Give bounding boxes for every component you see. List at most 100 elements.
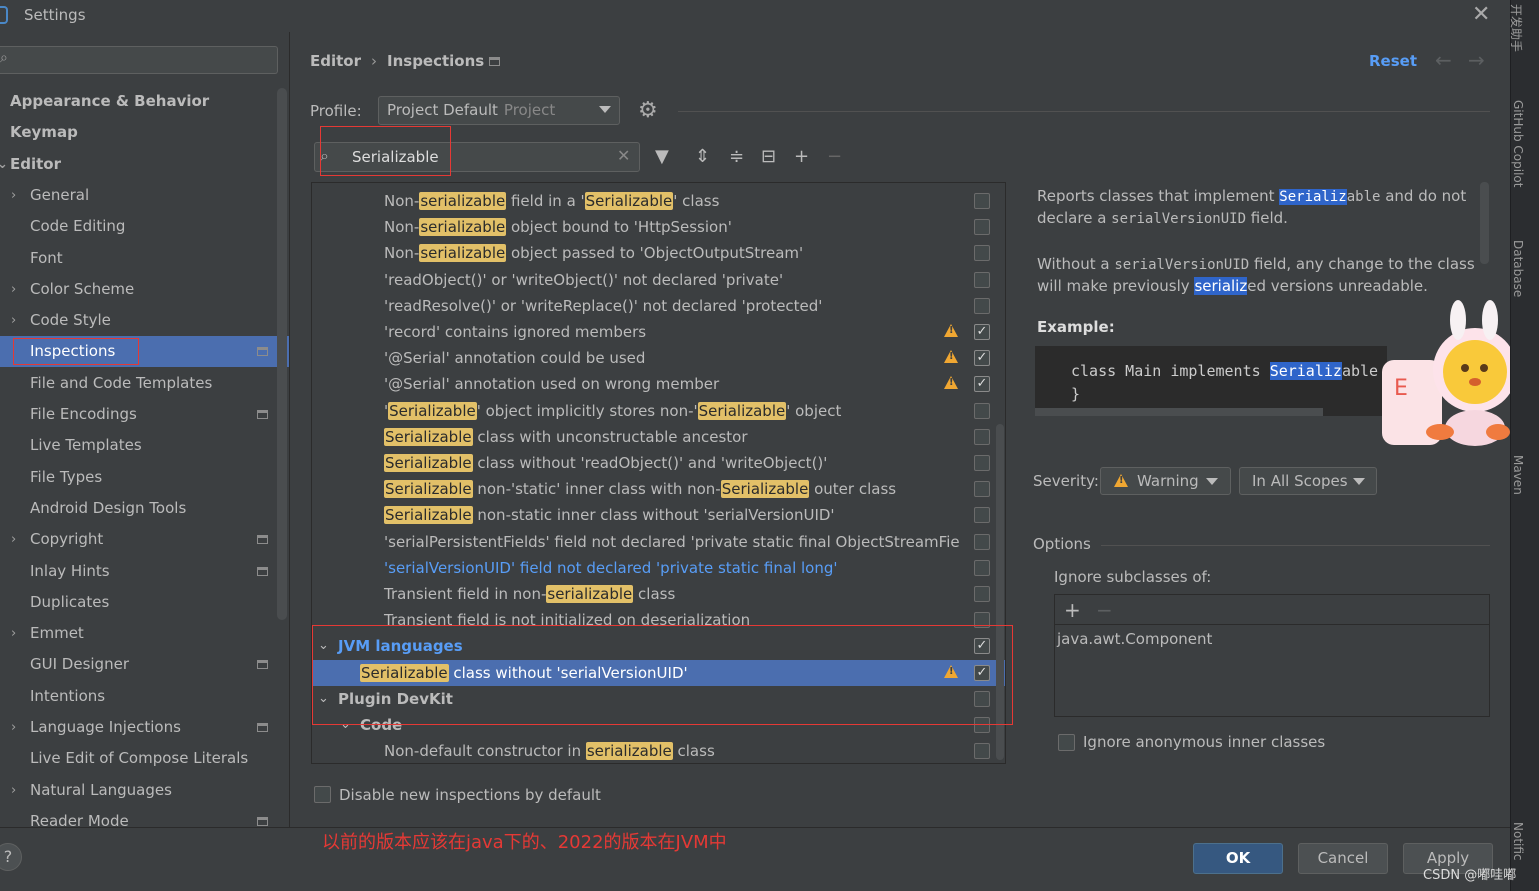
add-icon[interactable]: +	[1064, 598, 1081, 622]
tree-row[interactable]: Non-serializable object bound to 'HttpSe…	[312, 214, 1005, 240]
reset-link[interactable]: Reset	[1369, 52, 1417, 70]
sidebar-item[interactable]: › General	[0, 180, 289, 211]
sidebar-item[interactable]: › Natural Languages	[0, 775, 289, 806]
tool-window-tab[interactable]: Database	[1511, 240, 1525, 297]
tree-row[interactable]: 'readObject()' or 'writeObject()' not de…	[312, 267, 1005, 293]
sidebar-item[interactable]: › Code Style	[0, 305, 289, 336]
inspection-checkbox[interactable]: ✓	[974, 350, 990, 367]
sidebar-search-input[interactable]	[0, 46, 278, 74]
remove-icon[interactable]: −	[827, 146, 842, 167]
profile-dropdown[interactable]: Project Default Project	[378, 96, 620, 125]
back-arrow-icon[interactable]: ←	[1435, 48, 1452, 72]
tree-row[interactable]: 'record' contains ignored members ✓	[312, 319, 1005, 345]
cancel-button[interactable]: Cancel	[1298, 843, 1388, 874]
inspection-checkbox[interactable]	[974, 559, 990, 576]
inspection-checkbox[interactable]	[974, 586, 990, 602]
inspection-checkbox[interactable]	[974, 743, 990, 760]
sidebar-item[interactable]: Android Design Tools	[0, 493, 289, 524]
ignore-anonymous-checkbox[interactable]	[1058, 734, 1075, 751]
description-scrollbar[interactable]	[1480, 182, 1489, 264]
inspection-checkbox[interactable]	[974, 481, 990, 498]
inspection-checkbox[interactable]	[974, 219, 990, 236]
sidebar-item[interactable]: › Emmet	[0, 618, 289, 649]
inspection-checkbox[interactable]	[974, 428, 990, 445]
chevron-right-icon[interactable]: ›	[11, 274, 16, 305]
sidebar-item[interactable]: › Color Scheme	[0, 274, 289, 305]
sidebar-item[interactable]: Duplicates	[0, 587, 289, 618]
chevron-right-icon[interactable]: ›	[11, 180, 16, 211]
sidebar-item[interactable]: ⌄ Editor	[0, 149, 289, 180]
example-scrollbar[interactable]	[1035, 408, 1323, 416]
tree-row[interactable]: '@Serial' annotation could be used ✓	[312, 345, 1005, 371]
clear-search-icon[interactable]: ✕	[617, 146, 630, 165]
close-icon[interactable]: ✕	[1472, 2, 1490, 27]
tool-window-tab[interactable]: 开发助手	[1508, 4, 1525, 52]
inspection-checkbox[interactable]	[974, 533, 990, 550]
chevron-right-icon[interactable]: ›	[11, 775, 16, 806]
inspection-checkbox[interactable]: ✓	[974, 324, 990, 340]
tree-row[interactable]: Serializable class with unconstructable …	[312, 424, 1005, 450]
inspection-checkbox[interactable]	[974, 402, 990, 419]
tree-row[interactable]: Serializable non-static inner class with…	[312, 502, 1005, 528]
chevron-right-icon[interactable]: ›	[11, 712, 16, 743]
chevron-right-icon[interactable]: ›	[11, 524, 16, 555]
sidebar-item[interactable]: Keymap	[0, 117, 289, 148]
tree-row[interactable]: Serializable class without 'readObject()…	[312, 450, 1005, 476]
tool-window-tab[interactable]: Notific	[1511, 822, 1525, 861]
tree-row[interactable]: Serializable non-'static' inner class wi…	[312, 476, 1005, 502]
tree-row[interactable]: 'serialPersistentFields' field not decla…	[312, 529, 1005, 555]
sidebar-item[interactable]: › Language Injections	[0, 712, 289, 743]
list-item[interactable]: java.awt.Component	[1057, 630, 1212, 648]
chevron-right-icon[interactable]: ›	[11, 618, 16, 649]
sidebar-scrollbar[interactable]	[277, 88, 287, 620]
sidebar-item[interactable]: File and Code Templates	[0, 368, 289, 399]
inspection-checkbox[interactable]	[974, 455, 990, 471]
sidebar-item[interactable]: File Types	[0, 462, 289, 493]
inspection-checkbox[interactable]	[974, 193, 990, 209]
sidebar-item[interactable]: Font	[0, 243, 289, 274]
tree-row[interactable]: Non-serializable field in a 'Serializabl…	[312, 188, 1005, 214]
inspection-checkbox[interactable]	[974, 245, 990, 262]
inspection-checkbox[interactable]	[974, 297, 990, 314]
tree-row[interactable]: 'Serializable' object implicitly stores …	[312, 398, 1005, 424]
tree-row[interactable]: Transient field in non-serializable clas…	[312, 581, 1005, 607]
sidebar-item[interactable]: Reader Mode	[0, 806, 289, 837]
gear-icon[interactable]: ⚙	[638, 98, 658, 123]
tree-row[interactable]: Non-default constructor in serializable …	[312, 738, 1005, 763]
tree-row-label: 'record' contains ignored members	[384, 323, 647, 341]
tree-row[interactable]: 'readResolve()' or 'writeReplace()' not …	[312, 293, 1005, 319]
breadcrumb-parent[interactable]: Editor	[310, 52, 361, 70]
forward-arrow-icon[interactable]: →	[1468, 48, 1485, 72]
sidebar-item[interactable]: Code Editing	[0, 211, 289, 242]
chevron-right-icon[interactable]: ›	[11, 305, 16, 336]
panel-divider[interactable]	[289, 32, 290, 827]
tree-row[interactable]: Non-serializable object passed to 'Objec…	[312, 240, 1005, 266]
reset-to-default-icon[interactable]: ⊟	[761, 146, 776, 167]
expand-all-icon[interactable]: ⇕	[695, 146, 710, 167]
sidebar-item[interactable]: Inlay Hints	[0, 556, 289, 587]
separator	[1101, 545, 1490, 546]
inspection-checkbox[interactable]	[974, 271, 990, 288]
tree-row[interactable]: '@Serial' annotation used on wrong membe…	[312, 371, 1005, 397]
chevron-down-icon[interactable]: ⌄	[0, 149, 8, 180]
sidebar-item[interactable]: Intentions	[0, 681, 289, 712]
tool-window-tab[interactable]: Maven	[1511, 455, 1525, 495]
inspection-checkbox[interactable]: ✓	[974, 376, 990, 393]
disable-new-inspections-checkbox[interactable]	[314, 786, 331, 803]
sidebar-item[interactable]: Appearance & Behavior	[0, 86, 289, 117]
ok-button[interactable]: OK	[1193, 843, 1283, 874]
sidebar-item[interactable]: › Copyright	[0, 524, 289, 555]
sidebar-item[interactable]: Live Templates	[0, 430, 289, 461]
collapse-all-icon[interactable]: ≑	[729, 146, 744, 167]
tree-row[interactable]: 'serialVersionUID' field not declared 'p…	[312, 555, 1005, 581]
filter-icon[interactable]: ▼	[655, 146, 669, 167]
tree-row-label: Transient field in non-serializable clas…	[384, 585, 676, 603]
sidebar-item[interactable]: Live Edit of Compose Literals	[0, 743, 289, 774]
help-button[interactable]: ?	[0, 843, 22, 871]
inspection-checkbox[interactable]	[974, 507, 990, 524]
sidebar-item[interactable]: File Encodings	[0, 399, 289, 430]
sidebar-item[interactable]: GUI Designer	[0, 649, 289, 680]
tool-window-tab[interactable]: GitHub Copilot	[1511, 100, 1525, 187]
add-icon[interactable]: +	[794, 146, 809, 167]
remove-icon[interactable]: −	[1096, 598, 1113, 622]
